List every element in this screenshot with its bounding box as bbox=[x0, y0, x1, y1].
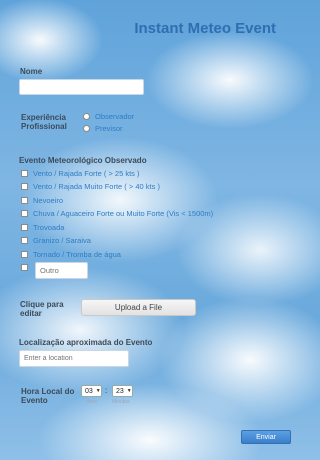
chevron-down-icon: ▼ bbox=[126, 388, 132, 394]
name-input[interactable] bbox=[19, 79, 144, 95]
chevron-down-icon: ▼ bbox=[95, 388, 101, 394]
submit-button[interactable]: Enviar bbox=[241, 430, 291, 444]
checkbox[interactable] bbox=[21, 251, 28, 258]
time-separator: : bbox=[105, 386, 108, 395]
minute-caption: Minutos bbox=[112, 399, 130, 405]
checkbox-option-trovoada[interactable]: Trovoada bbox=[21, 223, 64, 232]
radio-label: Previsor bbox=[95, 124, 123, 133]
checkbox-option-tornado[interactable]: Tornado / Tromba de água bbox=[21, 250, 121, 259]
radio-button[interactable] bbox=[83, 113, 90, 120]
checkbox-label: Chuva / Aguaceiro Forte ou Muito Forte (… bbox=[33, 209, 214, 218]
time-label: Hora Local do Evento bbox=[21, 387, 75, 405]
location-input[interactable] bbox=[19, 350, 129, 367]
radio-button[interactable] bbox=[83, 125, 90, 132]
checkbox[interactable] bbox=[21, 237, 28, 244]
hour-caption: Hora bbox=[86, 399, 97, 405]
checkbox-label: Trovoada bbox=[33, 223, 65, 232]
checkbox[interactable] bbox=[21, 224, 28, 231]
checkbox-label: Tornado / Tromba de água bbox=[33, 250, 121, 259]
name-label: Nome bbox=[20, 67, 43, 76]
checkbox-label: Vento / Rajada Forte ( > 25 kts ) bbox=[33, 169, 140, 178]
checkbox[interactable] bbox=[21, 197, 28, 204]
page-title: Instant Meteo Event bbox=[134, 20, 276, 37]
checkbox-label: Granizo / Saraiva bbox=[33, 236, 91, 245]
checkbox-other[interactable] bbox=[21, 264, 28, 271]
radio-label: Observador bbox=[95, 112, 135, 121]
checkbox-option-granizo[interactable]: Granizo / Saraiva bbox=[21, 236, 91, 245]
radio-option-previsor[interactable]: Previsor bbox=[83, 124, 123, 133]
checkbox[interactable] bbox=[21, 183, 28, 190]
checkbox-option-chuva[interactable]: Chuva / Aguaceiro Forte ou Muito Forte (… bbox=[21, 209, 213, 218]
minute-select[interactable]: 23 ▼ bbox=[112, 385, 133, 397]
other-input[interactable] bbox=[35, 262, 88, 279]
checkbox-option-nevoeiro[interactable]: Nevoeiro bbox=[21, 196, 63, 205]
checkbox-option-vento-muito-forte[interactable]: Vento / Rajada Muito Forte ( > 40 kts ) bbox=[21, 182, 160, 191]
event-label: Evento Meteorológico Observado bbox=[19, 156, 147, 165]
upload-file-button[interactable]: Upload a File bbox=[81, 299, 196, 316]
upload-label: Clique para editar bbox=[20, 300, 64, 318]
minute-value: 23 bbox=[116, 387, 124, 395]
hour-select[interactable]: 03 ▼ bbox=[81, 385, 102, 397]
hour-value: 03 bbox=[85, 387, 93, 395]
checkbox-label: Vento / Rajada Muito Forte ( > 40 kts ) bbox=[33, 182, 160, 191]
checkbox-option-vento-forte[interactable]: Vento / Rajada Forte ( > 25 kts ) bbox=[21, 169, 140, 178]
experience-label: Experiência Profissional bbox=[21, 113, 67, 131]
checkbox-label: Nevoeiro bbox=[33, 196, 64, 205]
location-label: Localização aproximada do Evento bbox=[19, 338, 153, 347]
checkbox[interactable] bbox=[21, 170, 28, 177]
radio-option-observador[interactable]: Observador bbox=[83, 112, 134, 121]
checkbox[interactable] bbox=[21, 210, 28, 217]
